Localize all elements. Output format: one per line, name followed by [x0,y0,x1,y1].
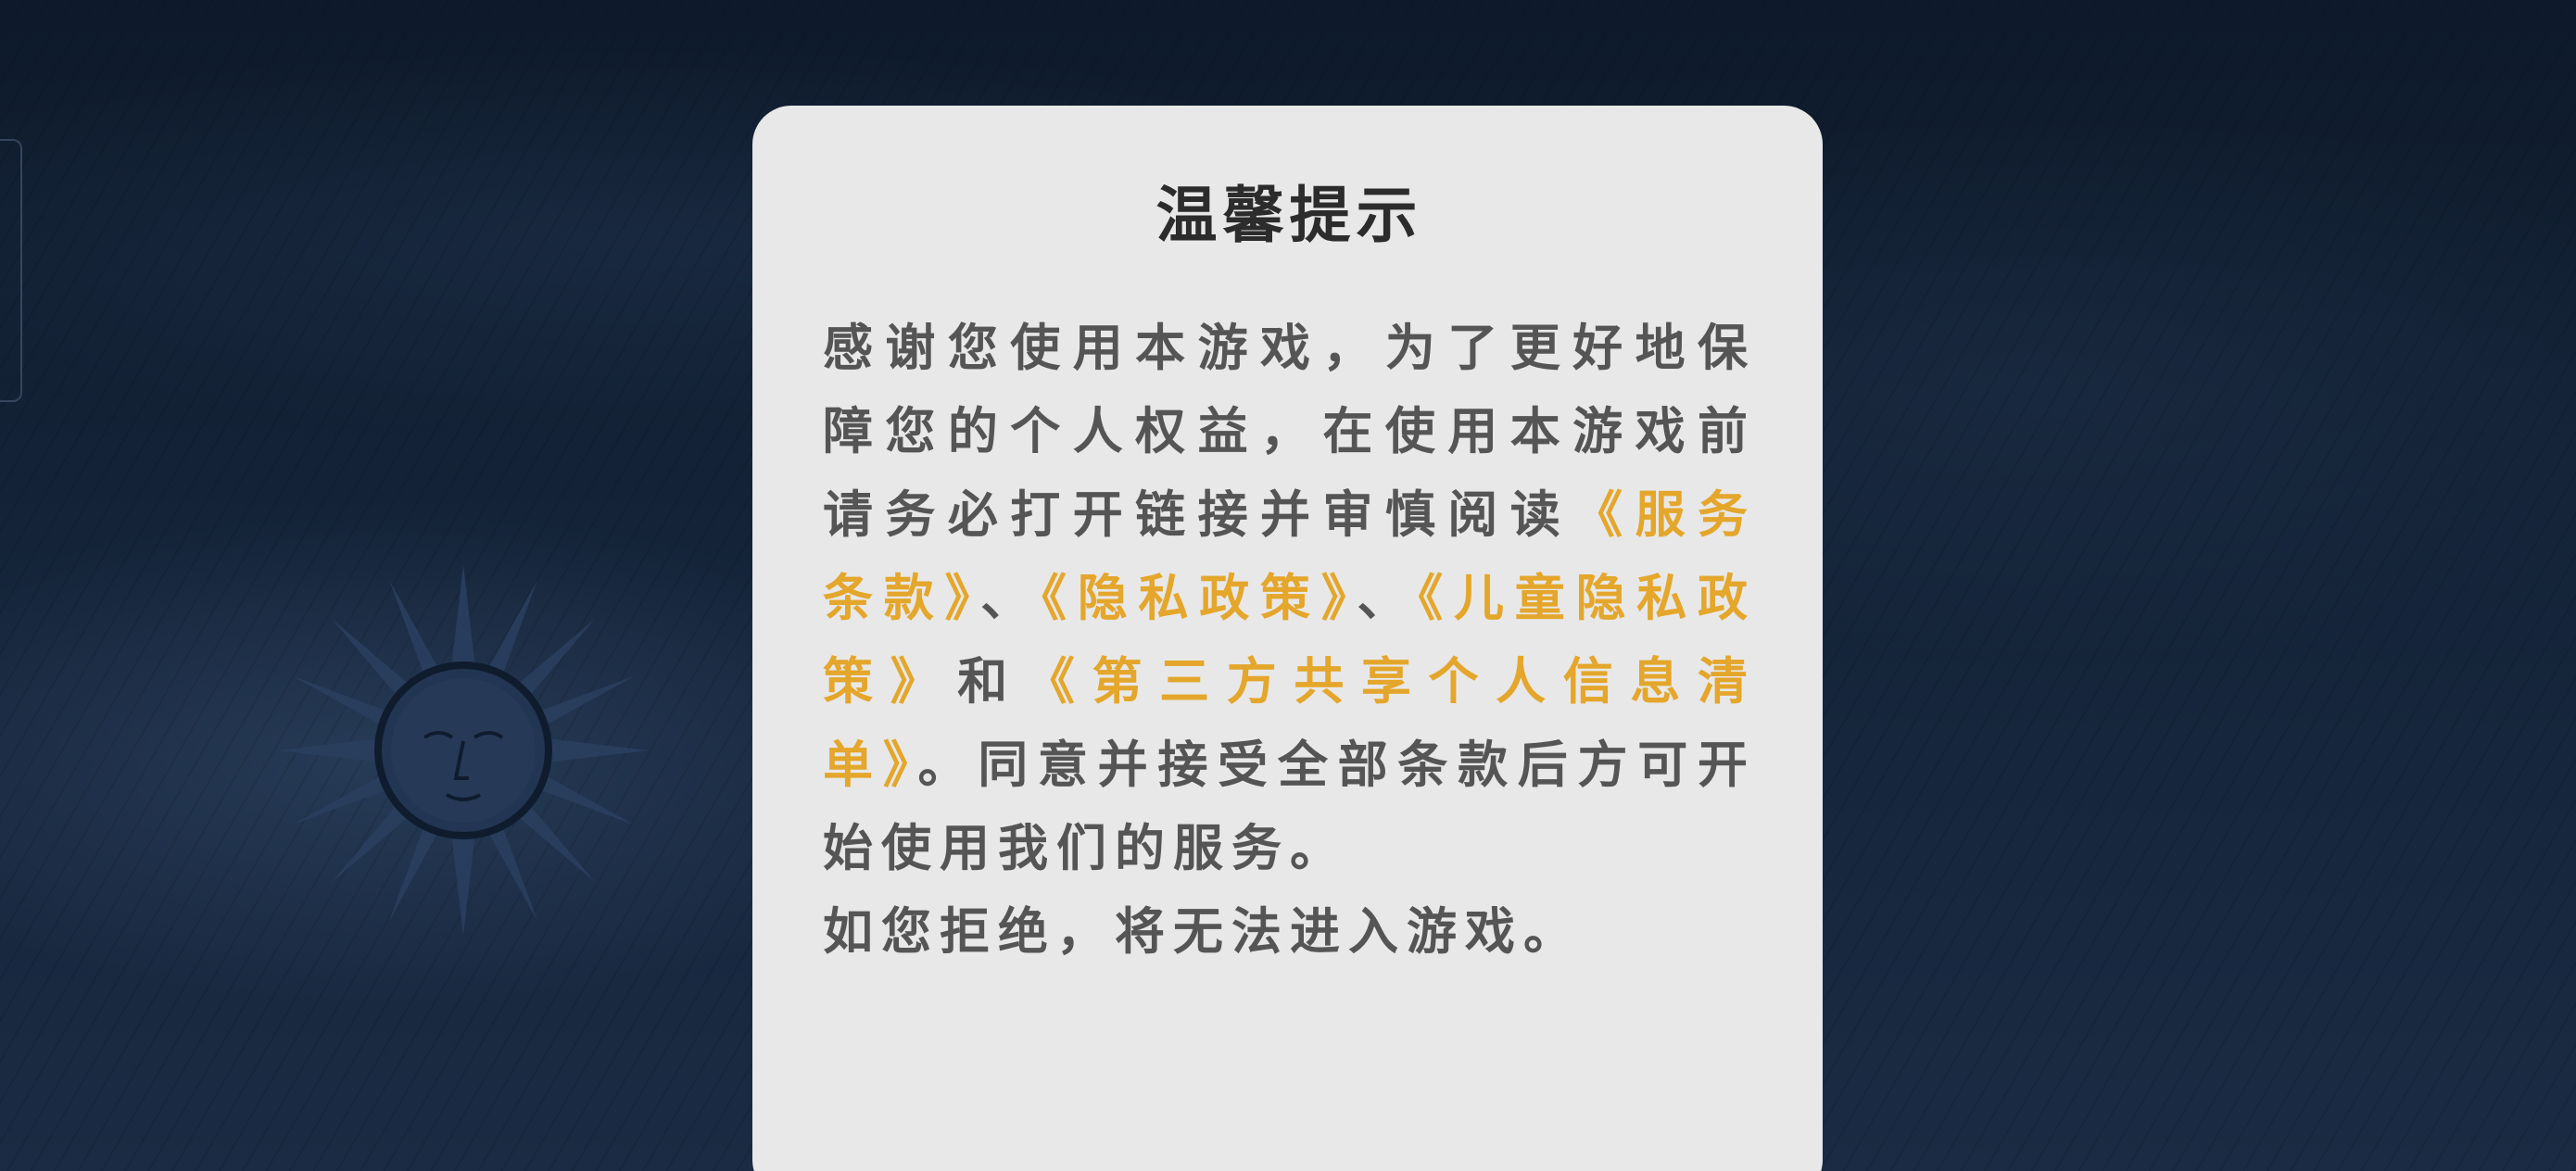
dialog-body: 感谢您使用本游戏，为了更好地保障您的个人权益，在使用本游戏前请务必打开链接并审慎… [823,306,1756,973]
outro-text: 。同意并接受全部条款后方可开始使用我们的服务。 [823,735,1757,877]
dialog-title: 温馨提示 [1155,179,1423,251]
sun-face-icon [278,565,649,936]
separator-text: 和 [957,651,1025,711]
refuse-note: 如您拒绝，将无法进入游戏。 [823,901,1582,961]
privacy-policy-link[interactable]: 《隐私政策》 [1042,568,1357,627]
separator-text: 、 [980,568,1042,627]
separator-text: 、 [1357,568,1419,627]
notice-dialog: 温馨提示 感谢您使用本游戏，为了更好地保障您的个人权益，在使用本游戏前请务必打开… [752,106,1823,1171]
side-panel-edge [0,139,22,402]
